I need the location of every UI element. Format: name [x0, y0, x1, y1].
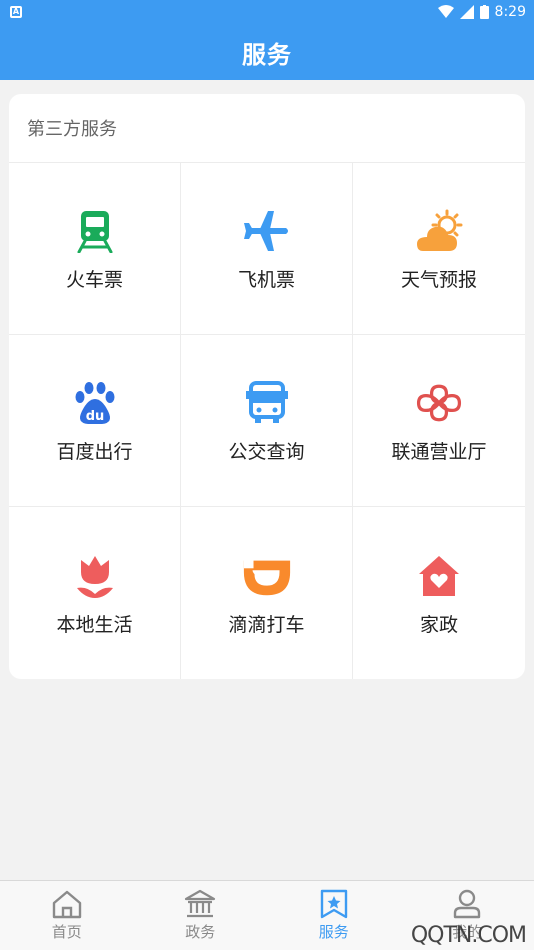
nav-label: 政务 — [185, 923, 216, 941]
nav-item-home[interactable]: 首页 — [0, 881, 134, 950]
clock-text: 8:29 — [494, 4, 526, 20]
unicom-icon — [413, 377, 465, 429]
service-didi-taxi[interactable]: 滴滴打车 — [181, 507, 353, 679]
train-icon — [69, 205, 121, 257]
svg-text:du: du — [85, 409, 104, 424]
service-baidu-travel[interactable]: du 百度出行 — [9, 335, 181, 507]
watermark: QQTN.COM — [410, 923, 527, 948]
service-label: 火车票 — [65, 269, 123, 291]
tulip-icon — [69, 550, 121, 602]
person-icon — [454, 889, 481, 919]
wifi-icon — [437, 5, 454, 18]
weather-icon — [413, 205, 465, 257]
service-label: 家政 — [419, 613, 458, 636]
service-label: 天气预报 — [400, 269, 477, 291]
service-label: 本地生活 — [56, 613, 133, 636]
bus-icon — [241, 377, 293, 429]
services-grid: 火车票 飞机票 天气预报 du 百度出行 公交查询 联通营业厅 本地生活 滴滴打… — [9, 163, 525, 679]
nav-item-government[interactable]: 政务 — [134, 881, 268, 950]
home-icon — [52, 890, 81, 919]
notification-icon: A — [10, 6, 22, 18]
home-heart-icon — [413, 550, 465, 602]
service-label: 公交查询 — [228, 441, 305, 463]
bookmark-star-icon — [320, 889, 347, 919]
page-title: 服务 — [242, 40, 292, 69]
signal-icon — [459, 5, 474, 19]
service-weather[interactable]: 天气预报 — [353, 163, 525, 335]
baidu-icon: du — [69, 377, 121, 429]
service-label: 联通营业厅 — [391, 441, 487, 463]
service-bus-query[interactable]: 公交查询 — [181, 335, 353, 507]
service-flight-tickets[interactable]: 飞机票 — [181, 163, 353, 335]
nav-label: 服务 — [318, 923, 349, 941]
service-label: 滴滴打车 — [228, 613, 305, 636]
service-train-tickets[interactable]: 火车票 — [9, 163, 181, 335]
battery-icon — [479, 5, 489, 19]
service-label: 飞机票 — [237, 269, 295, 291]
service-local-life[interactable]: 本地生活 — [9, 507, 181, 679]
nav-item-services[interactable]: 服务 — [267, 881, 401, 950]
section-title: 第三方服务 — [9, 94, 525, 163]
status-bar: A 8:29 — [0, 0, 534, 24]
didi-icon — [241, 550, 293, 602]
airplane-icon — [241, 205, 293, 257]
service-label: 百度出行 — [56, 441, 133, 463]
service-unicom-hall[interactable]: 联通营业厅 — [353, 335, 525, 507]
app-bar: 服务 — [0, 24, 534, 80]
third-party-services-card: 第三方服务 火车票 飞机票 天气预报 du 百度出行 公交查询 联通营业厅 本地… — [9, 94, 525, 679]
nav-label: 首页 — [51, 923, 82, 941]
government-icon — [185, 889, 216, 918]
service-housekeeping[interactable]: 家政 — [353, 507, 525, 679]
